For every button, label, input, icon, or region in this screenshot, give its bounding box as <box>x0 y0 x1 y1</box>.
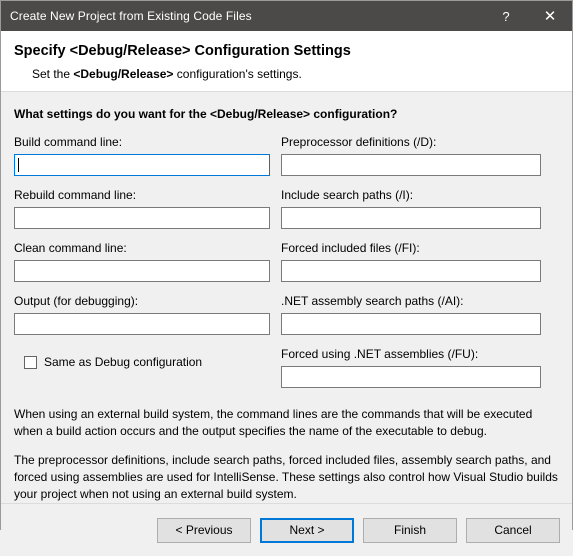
page-subtitle: Set the <Debug/Release> configuration's … <box>1 66 572 82</box>
forced-included-files-input[interactable] <box>281 260 541 282</box>
same-as-debug-checkbox-row[interactable]: Same as Debug configuration <box>14 355 270 369</box>
description-area: When using an external build system, the… <box>14 406 559 503</box>
fields-area: Build command line: Rebuild command line… <box>14 135 559 388</box>
build-command-line-input[interactable] <box>14 154 270 176</box>
close-icon[interactable]: ✕ <box>528 1 572 31</box>
field-rebuild-command-line: Rebuild command line: <box>14 188 270 229</box>
field-net-assembly-search-paths: .NET assembly search paths (/AI): <box>281 294 541 335</box>
wizard-dialog: Create New Project from Existing Code Fi… <box>0 0 573 556</box>
dialog-header: Specify <Debug/Release> Configuration Se… <box>1 31 572 92</box>
description-paragraph-1: When using an external build system, the… <box>14 407 533 438</box>
output-for-debugging-input[interactable] <box>14 313 270 335</box>
right-field-column: Preprocessor definitions (/D): Include s… <box>281 135 541 388</box>
field-forced-included-files: Forced included files (/FI): <box>281 241 541 282</box>
field-include-search-paths: Include search paths (/I): <box>281 188 541 229</box>
title-bar: Create New Project from Existing Code Fi… <box>1 1 572 31</box>
cancel-button[interactable]: Cancel <box>466 517 560 543</box>
clean-command-line-input[interactable] <box>14 260 270 282</box>
page-title: Specify <Debug/Release> Configuration Se… <box>14 43 351 59</box>
field-label: Forced using .NET assemblies (/FU): <box>281 347 479 361</box>
left-field-column: Build command line: Rebuild command line… <box>14 135 270 388</box>
field-label: Preprocessor definitions (/D): <box>281 135 437 149</box>
forced-using-net-assemblies-input[interactable] <box>281 366 541 388</box>
page-subtitle-token: <Debug/Release> <box>73 67 174 81</box>
window-title: Create New Project from Existing Code Fi… <box>10 9 252 23</box>
page-subtitle-suffix: configuration's settings. <box>173 67 302 81</box>
field-label: Forced included files (/FI): <box>281 241 420 255</box>
field-label: Clean command line: <box>14 241 127 255</box>
column-gap <box>270 135 281 388</box>
description-paragraph-2: The preprocessor definitions, include se… <box>14 453 558 501</box>
include-search-paths-input[interactable] <box>281 207 541 229</box>
text-caret <box>18 158 19 172</box>
field-label: Build command line: <box>14 135 123 149</box>
field-forced-using-net-assemblies: Forced using .NET assemblies (/FU): <box>281 347 541 388</box>
field-clean-command-line: Clean command line: <box>14 241 270 282</box>
rebuild-command-line-input[interactable] <box>14 207 270 229</box>
field-build-command-line: Build command line: <box>14 135 270 176</box>
field-label: Output (for debugging): <box>14 294 139 308</box>
dialog-body: What settings do you want for the <Debug… <box>1 92 572 503</box>
help-icon[interactable]: ? <box>484 1 528 31</box>
same-as-debug-label: Same as Debug configuration <box>44 355 203 369</box>
same-as-debug-checkbox[interactable] <box>24 355 37 369</box>
page-subtitle-prefix: Set the <box>32 67 74 81</box>
finish-button[interactable]: Finish <box>363 517 457 543</box>
field-preprocessor-definitions: Preprocessor definitions (/D): <box>281 135 541 176</box>
settings-question: What settings do you want for the <Debug… <box>14 107 398 121</box>
net-assembly-search-paths-input[interactable] <box>281 313 541 335</box>
next-button[interactable]: Next > <box>260 517 354 543</box>
previous-button[interactable]: < Previous <box>157 517 251 543</box>
field-label: .NET assembly search paths (/AI): <box>281 294 464 308</box>
field-label: Rebuild command line: <box>14 188 137 202</box>
field-label: Include search paths (/I): <box>281 188 414 202</box>
field-output-for-debugging: Output (for debugging): <box>14 294 270 335</box>
preprocessor-definitions-input[interactable] <box>281 154 541 176</box>
